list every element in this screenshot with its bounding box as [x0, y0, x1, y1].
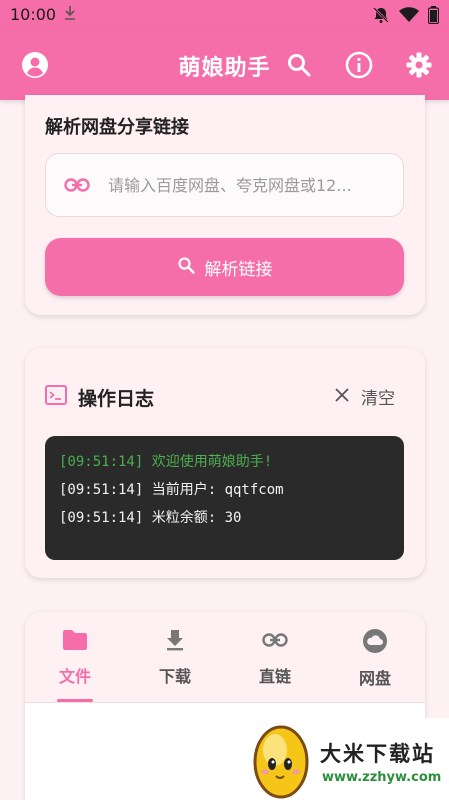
log-line: [09:51:14] 米粒余额: 30 — [59, 510, 242, 526]
log-heading: 操作日志 — [78, 388, 155, 410]
search-icon — [177, 256, 195, 279]
app-bar: 萌娘助手 — [0, 30, 449, 100]
link-icon — [64, 175, 90, 199]
log-line: [09:51:14] 欢迎使用萌娘助手! — [59, 454, 273, 470]
wifi-icon — [399, 7, 419, 27]
log-line: [09:51:14] 当前用户: qqtfcom — [59, 482, 284, 498]
settings-icon[interactable] — [404, 50, 434, 80]
tab-cloud-drive[interactable]: 网盘 — [325, 612, 425, 702]
parse-button-label: 解析链接 — [204, 259, 273, 280]
close-icon — [335, 387, 349, 407]
terminal-icon — [45, 385, 67, 409]
search-icon[interactable] — [284, 50, 314, 80]
status-icons — [372, 6, 440, 28]
share-link-input[interactable] — [108, 170, 393, 200]
tab-label: 直链 — [258, 667, 291, 686]
tab-label: 文件 — [58, 667, 91, 686]
watermark-url: www.zzhyw.com — [322, 770, 442, 785]
parse-link-card: 解析网盘分享链接 解析链接 — [25, 95, 425, 315]
clear-log-label: 清空 — [361, 389, 395, 409]
mascot-logo-icon — [248, 720, 314, 800]
parse-card-heading: 解析网盘分享链接 — [45, 117, 189, 138]
tab-bar: 文件 下载 直链 网盘 — [25, 612, 425, 702]
status-time: 10:00 — [10, 5, 57, 24]
log-console: [09:51:14] 欢迎使用萌娘助手! [09:51:14] 当前用户: qq… — [45, 436, 404, 560]
operation-log-card: 操作日志 清空 [09:51:14] 欢迎使用萌娘助手! [09:51:14] … — [25, 348, 425, 578]
parse-link-button[interactable]: 解析链接 — [45, 238, 404, 296]
cloud-icon — [362, 629, 388, 657]
clear-log-button[interactable]: 清空 — [335, 384, 395, 409]
tab-direct-links[interactable]: 直链 — [225, 612, 325, 702]
info-icon[interactable] — [344, 50, 374, 80]
do-not-disturb-icon — [372, 6, 390, 28]
watermark-title: 大米下载站 — [320, 742, 435, 766]
watermark: 大米下载站 www.zzhyw.com — [238, 718, 449, 800]
tab-label: 网盘 — [358, 669, 391, 688]
tab-files[interactable]: 文件 — [25, 612, 125, 702]
tab-downloads[interactable]: 下载 — [125, 612, 225, 702]
share-link-field[interactable] — [45, 153, 404, 217]
tab-label: 下载 — [158, 667, 191, 686]
app-title: 萌娘助手 — [178, 56, 271, 81]
status-bar: 10:00 — [0, 0, 449, 30]
folder-icon — [62, 629, 88, 655]
download-icon — [164, 629, 186, 655]
link-icon — [262, 629, 288, 655]
battery-icon — [427, 6, 440, 28]
download-notification-icon — [64, 5, 76, 25]
